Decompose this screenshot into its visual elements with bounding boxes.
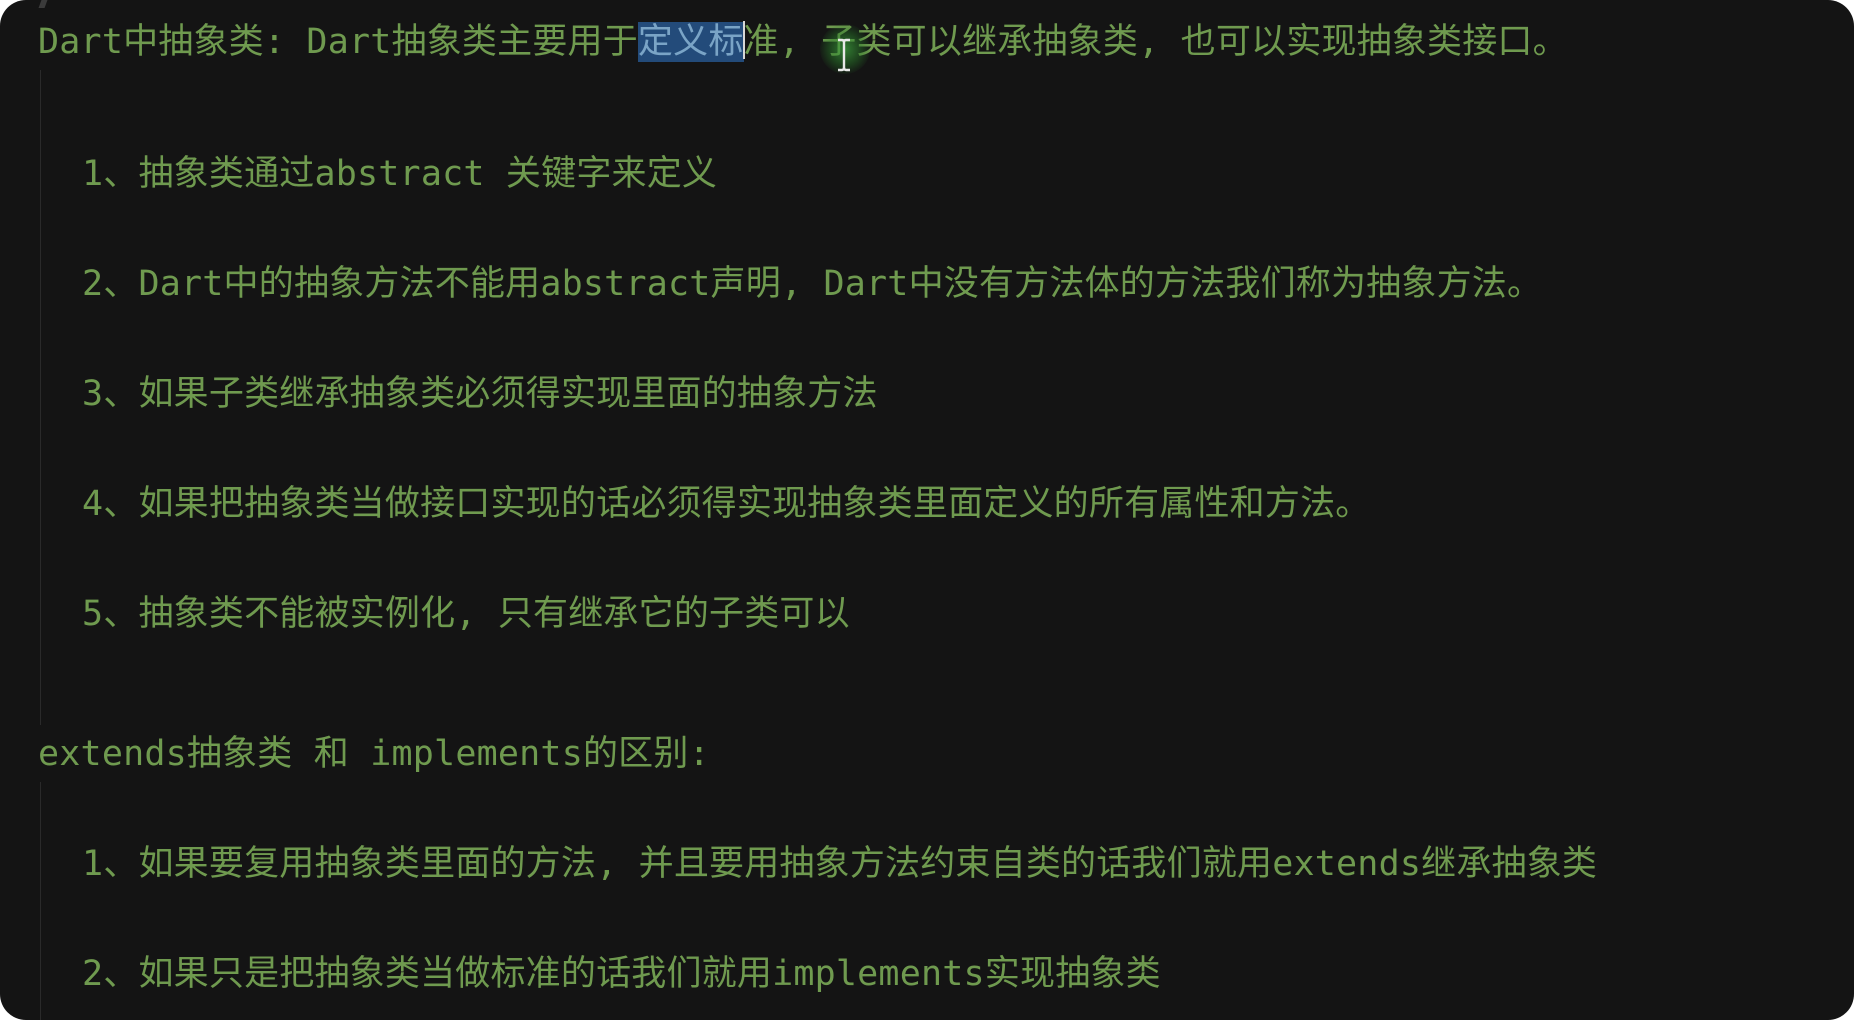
i-beam-cursor-icon — [838, 38, 850, 72]
list-item[interactable]: 1、如果要复用抽象类里面的方法, 并且要用抽象方法约束自类的话我们就用exten… — [82, 842, 1597, 886]
editor-window: Dart中抽象类: Dart抽象类主要用于定义标准, 子类可以继承抽象类, 也可… — [0, 0, 1854, 1020]
list-item[interactable]: 3、如果子类继承抽象类必须得实现里面的抽象方法 — [82, 372, 878, 416]
list-item[interactable]: 2、如果只是把抽象类当做标准的话我们就用implements实现抽象类 — [82, 952, 1161, 996]
list-item[interactable]: 1、抽象类通过abstract 关键字来定义 — [82, 152, 717, 196]
indent-guide — [40, 782, 41, 1020]
selected-text[interactable]: 定义标 — [637, 22, 744, 62]
list-item[interactable]: 5、抽象类不能被实例化, 只有继承它的子类可以 — [82, 592, 850, 636]
scroll-mark — [38, 0, 48, 8]
heading-text-before: Dart中抽象类: Dart抽象类主要用于 — [38, 22, 638, 62]
indent-guide — [40, 70, 41, 725]
list-item[interactable]: 2、Dart中的抽象方法不能用abstract声明, Dart中没有方法体的方法… — [82, 262, 1542, 306]
text-editor[interactable]: Dart中抽象类: Dart抽象类主要用于定义标准, 子类可以继承抽象类, 也可… — [0, 0, 1854, 1020]
heading-extends-vs-implements[interactable]: extends抽象类 和 implements的区别: — [38, 732, 710, 776]
heading-abstract-class[interactable]: Dart中抽象类: Dart抽象类主要用于定义标准, 子类可以继承抽象类, 也可… — [38, 20, 1568, 64]
list-item[interactable]: 4、如果把抽象类当做接口实现的话必须得实现抽象类里面定义的所有属性和方法。 — [82, 482, 1370, 526]
